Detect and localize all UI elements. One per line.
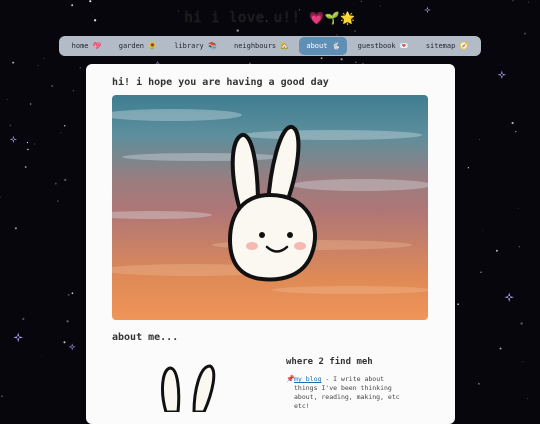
star-dot: [511, 121, 514, 125]
star-dot: [360, 0, 362, 2]
star-dot: [89, 0, 92, 3]
site-title-text: hi i love u!!: [184, 10, 301, 26]
star-dot: [63, 341, 66, 344]
star-dot: [71, 4, 74, 7]
star-dot: [480, 271, 482, 273]
nav-about[interactable]: about 🐇: [299, 37, 348, 55]
star-dot: [517, 207, 519, 209]
list-item: 📌 my blog - I write about things I've be…: [286, 375, 404, 411]
star-dot: [26, 141, 29, 144]
star-dot: [527, 397, 529, 399]
nav-home[interactable]: home 💖: [65, 37, 109, 55]
star-dot: [379, 5, 381, 7]
star-dot: [6, 98, 8, 100]
star-dot: [27, 148, 29, 151]
star-dot: [467, 167, 470, 169]
star-dot: [64, 178, 67, 182]
star-dot: [43, 57, 45, 59]
star-dot: [22, 317, 25, 321]
star-dot: [353, 2, 354, 4]
star-dot: [495, 249, 498, 252]
star-dot: [524, 32, 527, 35]
sparkle-star-icon: [9, 135, 18, 144]
star-dot: [64, 125, 66, 127]
star-dot: [499, 347, 502, 350]
star-dot: [37, 65, 39, 66]
star-dot: [340, 58, 343, 61]
star-dot: [236, 29, 239, 32]
star-dot: [67, 293, 70, 297]
star-dot: [518, 246, 520, 248]
nav-garden[interactable]: garden 🌻: [112, 37, 164, 55]
star-dot: [54, 182, 57, 185]
star-dot: [520, 322, 523, 325]
star-dot: [71, 292, 74, 295]
sparkle-star-icon: [68, 343, 76, 351]
nav-guestbook[interactable]: guestbook 💌: [351, 37, 416, 55]
sparkle-star-icon: [497, 70, 507, 80]
sparkle-star-icon: [13, 332, 24, 343]
greeting-heading: hi! i hope you are having a good day: [112, 77, 329, 88]
star-dot: [66, 320, 69, 323]
star-dot: [522, 361, 524, 363]
pushpin-icon: 📌: [286, 375, 295, 383]
star-dot: [482, 229, 484, 231]
star-dot: [12, 61, 15, 64]
star-dot: [512, 0, 514, 2]
bunny-icon: [228, 125, 317, 282]
site-title: hi i love u!! 💗🌱🌟: [0, 10, 540, 26]
heart-sprout-star-icon: 💗🌱🌟: [309, 11, 356, 25]
nav-library[interactable]: library 📚: [167, 37, 223, 55]
nav-sitemap[interactable]: sitemap 🧭: [419, 37, 475, 55]
sunset-bunny-illustration: [112, 109, 428, 294]
star-dot: [354, 30, 356, 32]
star-dot: [34, 143, 36, 145]
content-card: hi! i hope you are having a good day abo…: [86, 64, 455, 424]
star-dot: [60, 132, 62, 134]
nav-neighbours[interactable]: neighbours 🏡: [227, 37, 296, 55]
blog-link[interactable]: my blog: [294, 375, 321, 383]
star-dot: [515, 130, 517, 133]
star-dot: [14, 227, 17, 230]
star-dot: [457, 303, 459, 306]
star-dot: [528, 1, 530, 3]
top-nav: home 💖 garden 🌻 library 📚 neighbours 🏡 a…: [59, 36, 481, 56]
star-dot: [9, 124, 12, 127]
star-dot: [29, 103, 32, 105]
star-dot: [41, 356, 43, 358]
star-dot: [72, 89, 75, 92]
sparkle-star-icon: [504, 292, 514, 302]
where-to-find-heading: where 2 find meh: [286, 357, 373, 367]
star-dot: [24, 166, 27, 168]
star-dot: [320, 57, 323, 60]
star-dot: [79, 67, 81, 69]
star-dot: [479, 138, 481, 141]
about-me-heading: about me...: [112, 332, 179, 343]
star-dot: [1, 395, 3, 398]
star-dot: [478, 383, 480, 385]
hero-image: [112, 95, 428, 320]
star-dot: [51, 84, 54, 88]
star-dot: [0, 196, 1, 199]
star-dot: [57, 200, 59, 202]
